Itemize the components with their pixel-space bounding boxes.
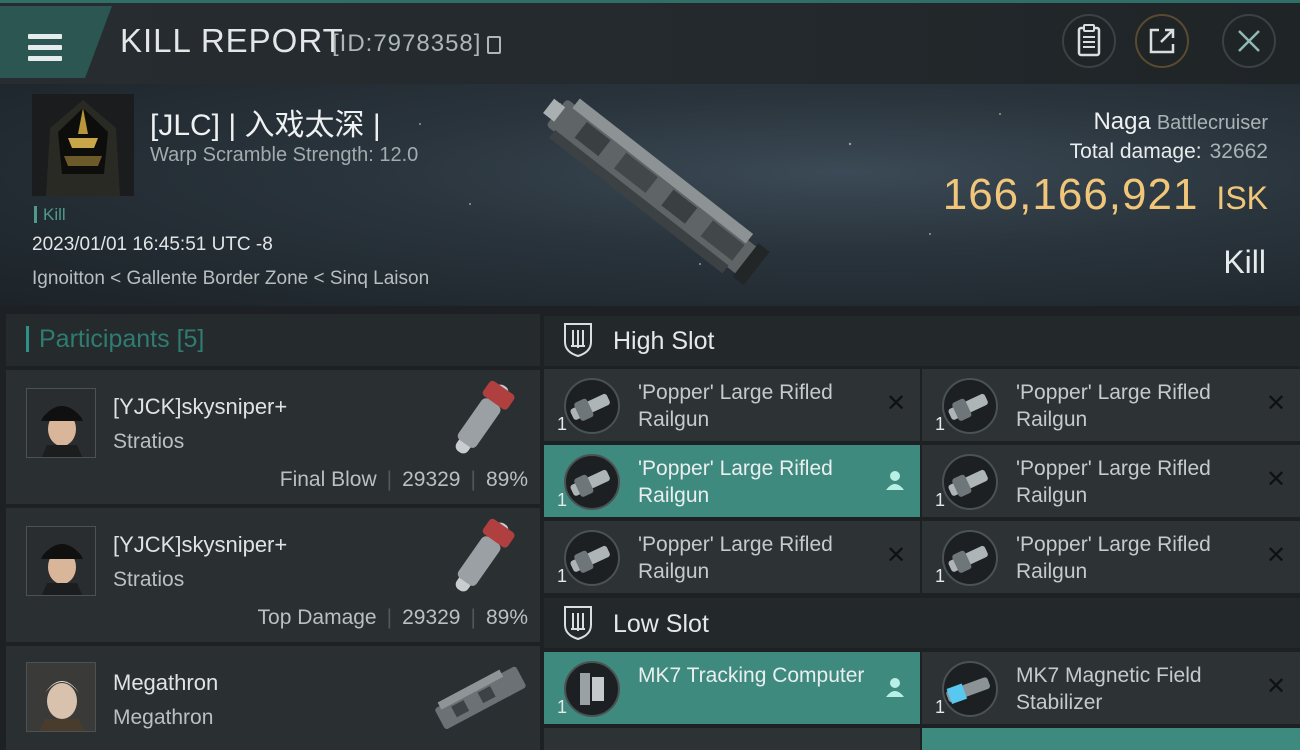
magnetic-stabilizer-icon <box>942 661 998 717</box>
page-title: KILL REPORT <box>120 22 344 59</box>
close-icon <box>1238 30 1260 52</box>
isk-value-line: 166,166,921 ISK <box>943 170 1268 220</box>
participant-ship-image <box>455 380 515 454</box>
module-name: 'Popper' Large Rifled Railgun <box>638 533 833 583</box>
module-item[interactable] <box>544 728 920 750</box>
destroyed-icon: ✕ <box>1266 542 1287 569</box>
participant-ship: Megathron <box>113 706 214 729</box>
low-slot-title: Low Slot <box>613 610 709 638</box>
railgun-icon <box>564 454 620 510</box>
module-name: 'Popper' Large Rifled Railgun <box>638 457 833 507</box>
dropped-person-icon <box>886 678 904 697</box>
module-quantity: 1 <box>935 414 946 434</box>
destroyed-icon: ✕ <box>1266 466 1287 493</box>
kill-status: Kill <box>1223 244 1266 280</box>
participant-name[interactable]: [YJCK]skysniper+ <box>113 394 287 420</box>
participant-name[interactable]: [YJCK]skysniper+ <box>113 532 287 558</box>
kill-timestamp: 2023/01/01 16:45:51 UTC -8 <box>32 234 273 255</box>
share-icon <box>1149 28 1175 54</box>
module-quantity: 1 <box>935 697 946 717</box>
module-name: 'Popper' Large Rifled Railgun <box>1016 381 1211 431</box>
participant-ship-image <box>435 666 526 730</box>
module-quantity: 1 <box>935 490 946 510</box>
clipboard-icon <box>1077 24 1101 57</box>
participant-avatar[interactable] <box>26 526 96 596</box>
share-button[interactable] <box>1135 14 1189 68</box>
clipboard-button[interactable] <box>1062 14 1116 68</box>
victim-avatar[interactable] <box>32 94 134 196</box>
participant-role: Final Blow <box>279 468 377 491</box>
module-item[interactable]: 1 'Popper' Large Rifled Railgun <box>544 445 920 517</box>
participant-avatar[interactable] <box>26 388 96 458</box>
copy-icon[interactable] <box>487 36 501 54</box>
railgun-icon <box>564 530 620 586</box>
destroyed-icon: ✕ <box>1266 390 1287 417</box>
participants-title: Participants [5] <box>26 326 204 352</box>
module-item[interactable]: 1 MK7 Magnetic Field Stabilizer ✕ <box>922 652 1300 724</box>
warp-scramble-strength: Warp Scramble Strength: 12.0 <box>150 144 419 166</box>
participant-percent: 89% <box>485 468 528 491</box>
module-item[interactable]: 1 'Popper' Large Rifled Railgun ✕ <box>922 369 1300 441</box>
participant-percent: 89% <box>485 606 528 629</box>
module-name: MK7 Magnetic Field Stabilizer <box>1016 664 1202 714</box>
participant-name[interactable]: Megathron <box>113 670 218 696</box>
module-item[interactable]: 1 'Popper' Large Rifled Railgun ✕ <box>922 445 1300 517</box>
tracking-computer-icon <box>564 661 620 717</box>
module-item[interactable]: 1 'Popper' Large Rifled Railgun ✕ <box>544 369 920 441</box>
participant-damage: 29329 <box>402 606 461 629</box>
railgun-icon <box>942 454 998 510</box>
destroyed-icon: ✕ <box>1266 673 1287 700</box>
ship-type: Naga Battlecruiser <box>1093 108 1268 136</box>
participant-stats: Final Blow | 29329 | 89% <box>279 468 528 491</box>
kill-location[interactable]: Ignoitton < Gallente Border Zone < Sinq … <box>32 268 429 290</box>
isk-value: 166,166,921 <box>942 170 1199 219</box>
participant-ship-image <box>455 518 515 592</box>
destroyed-icon: ✕ <box>886 542 907 569</box>
participant-stats: Top Damage | 29329 | 89% <box>257 606 528 629</box>
menu-icon <box>28 34 62 62</box>
module-item[interactable]: 1 'Popper' Large Rifled Railgun ✕ <box>922 521 1300 593</box>
high-slot-icon <box>564 323 592 358</box>
ship-class: Battlecruiser <box>1156 112 1268 134</box>
participants-label: Participants <box>39 325 170 353</box>
dropped-person-icon <box>886 471 904 490</box>
module-quantity: 1 <box>557 490 568 510</box>
high-slot-title: High Slot <box>613 327 715 355</box>
ship-name[interactable]: Naga <box>1093 108 1150 135</box>
module-quantity: 1 <box>557 697 568 717</box>
railgun-icon <box>564 378 620 434</box>
module-quantity: 1 <box>557 566 568 586</box>
participant-damage: 29329 <box>402 468 461 491</box>
module-quantity: 1 <box>557 414 568 434</box>
module-name: MK7 Tracking Computer <box>638 664 865 687</box>
participant-avatar[interactable] <box>26 662 96 732</box>
module-item[interactable]: 1 'Popper' Large Rifled Railgun ✕ <box>544 521 920 593</box>
kill-tag: Kill <box>34 206 66 223</box>
low-slot-icon <box>564 606 592 641</box>
participant-ship: Stratios <box>113 568 185 591</box>
module-name: 'Popper' Large Rifled Railgun <box>1016 457 1211 507</box>
module-item[interactable]: 1 MK7 Tracking Computer <box>544 652 920 724</box>
isk-unit: ISK <box>1216 180 1268 216</box>
railgun-icon <box>942 378 998 434</box>
close-button[interactable] <box>1222 14 1276 68</box>
damage-label: Total damage: <box>1069 140 1202 163</box>
module-name: 'Popper' Large Rifled Railgun <box>1016 533 1211 583</box>
victim-ship-image <box>543 98 770 285</box>
destroyed-icon: ✕ <box>886 390 907 417</box>
module-item[interactable] <box>922 728 1300 750</box>
module-name: 'Popper' Large Rifled Railgun <box>638 381 833 431</box>
victim-name[interactable]: [JLC] | 入戏太深 | <box>150 100 381 144</box>
participants-count: [5] <box>176 325 205 353</box>
total-damage: Total damage: 32662 <box>1070 140 1268 164</box>
railgun-icon <box>942 530 998 586</box>
participant-ship: Stratios <box>113 430 185 453</box>
participant-role: Top Damage <box>257 606 377 629</box>
damage-value: 32662 <box>1209 140 1268 163</box>
module-quantity: 1 <box>935 566 946 586</box>
report-id: [ID:7978358] <box>332 30 482 57</box>
